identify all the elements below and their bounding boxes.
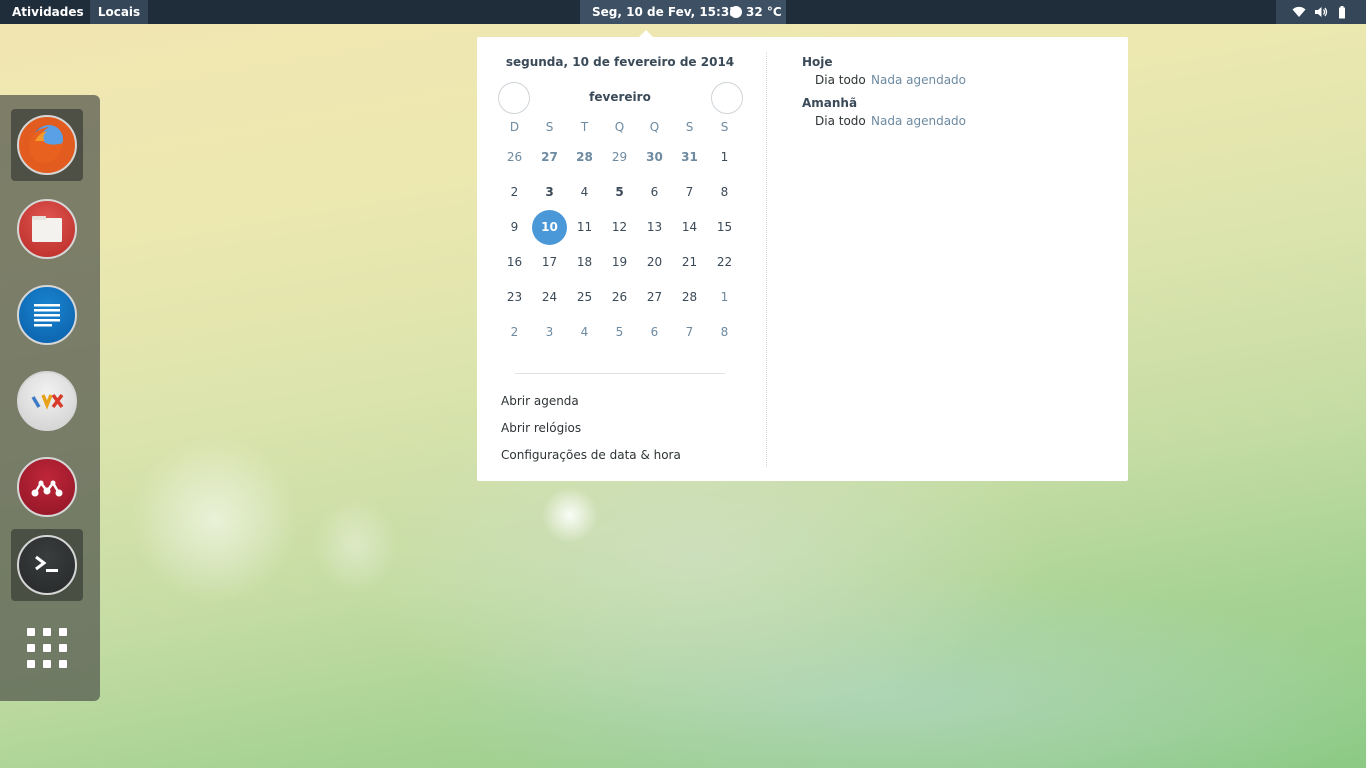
day-cell[interactable]: 1 (707, 280, 742, 315)
day-cell[interactable]: 22 (707, 245, 742, 280)
day-cell[interactable]: 27 (637, 280, 672, 315)
temperature-label: 32 °C (746, 5, 782, 19)
day-cell[interactable]: 28 (672, 280, 707, 315)
datetime-settings-link[interactable]: Configurações de data & hora (501, 448, 681, 462)
day-cell[interactable]: 7 (672, 315, 707, 350)
day-cell[interactable]: 9 (497, 210, 532, 245)
weekday-header: D (509, 120, 520, 134)
dock-lyx[interactable] (11, 365, 83, 437)
events-tomorrow-heading: Amanhã (802, 96, 858, 110)
dock-text-editor[interactable] (11, 279, 83, 351)
next-month-button[interactable] (711, 82, 743, 114)
dock-firefox[interactable] (11, 109, 83, 181)
mendeley-icon (17, 457, 77, 517)
divider (515, 373, 725, 374)
day-cell[interactable]: 15 (707, 210, 742, 245)
day-cell[interactable]: 1 (707, 140, 742, 175)
clock-button[interactable]: Seg, 10 de Fev, 15:35 32 °C (580, 0, 786, 24)
dock-terminal[interactable] (11, 529, 83, 601)
top-bar: Atividades Locais Seg, 10 de Fev, 15:35 … (0, 0, 1366, 24)
event-time: Dia todo (815, 114, 866, 128)
dock-files[interactable] (11, 193, 83, 265)
day-cell-today[interactable]: 10 (532, 210, 567, 245)
activities-button[interactable]: Atividades (0, 0, 96, 24)
firefox-icon (17, 115, 77, 175)
system-status-menu[interactable] (1276, 0, 1366, 24)
day-cell[interactable]: 29 (602, 140, 637, 175)
day-cell[interactable]: 27 (532, 140, 567, 175)
day-cell[interactable]: 14 (672, 210, 707, 245)
weekday-header: Q (614, 120, 625, 134)
weekday-header: S (685, 120, 694, 134)
day-cell[interactable]: 5 (602, 175, 637, 210)
weekday-header: Q (649, 120, 660, 134)
day-cell[interactable]: 7 (672, 175, 707, 210)
dash-dock (0, 95, 100, 701)
day-cell[interactable]: 31 (672, 140, 707, 175)
clock-label: Seg, 10 de Fev, 15:35 (592, 5, 738, 19)
day-cell[interactable]: 13 (637, 210, 672, 245)
day-cell[interactable]: 16 (497, 245, 532, 280)
event-time: Dia todo (815, 73, 866, 87)
day-cell[interactable]: 20 (637, 245, 672, 280)
day-cell[interactable]: 28 (567, 140, 602, 175)
weekday-header: S (545, 120, 554, 134)
day-cell[interactable]: 6 (637, 315, 672, 350)
text-editor-icon (17, 285, 77, 345)
day-cell[interactable]: 26 (602, 280, 637, 315)
day-cell[interactable]: 24 (532, 280, 567, 315)
day-cell[interactable]: 3 (532, 175, 567, 210)
day-cell[interactable]: 17 (532, 245, 567, 280)
day-cell[interactable]: 6 (637, 175, 672, 210)
day-cell[interactable]: 4 (567, 175, 602, 210)
day-cell[interactable]: 12 (602, 210, 637, 245)
vertical-divider (766, 52, 767, 467)
day-cell[interactable]: 11 (567, 210, 602, 245)
full-date-label: segunda, 10 de fevereiro de 2014 (505, 55, 735, 69)
day-cell[interactable]: 4 (567, 315, 602, 350)
day-cell[interactable]: 30 (637, 140, 672, 175)
events-today-heading: Hoje (802, 55, 833, 69)
lyx-icon (17, 371, 77, 431)
previous-month-button[interactable] (498, 82, 530, 114)
files-icon (17, 199, 77, 259)
day-cell[interactable]: 8 (707, 315, 742, 350)
terminal-icon (17, 535, 77, 595)
day-cell[interactable]: 19 (602, 245, 637, 280)
day-cell[interactable]: 8 (707, 175, 742, 210)
volume-icon (1315, 7, 1328, 17)
day-cell[interactable]: 26 (497, 140, 532, 175)
day-cell[interactable]: 2 (497, 315, 532, 350)
weather-icon (730, 6, 742, 18)
calendar-popup: segunda, 10 de fevereiro de 2014 feverei… (477, 37, 1128, 481)
event-description: Nada agendado (871, 114, 967, 128)
month-label: fevereiro (589, 90, 651, 104)
day-cell[interactable]: 25 (567, 280, 602, 315)
day-cell[interactable]: 21 (672, 245, 707, 280)
day-cell[interactable]: 2 (497, 175, 532, 210)
places-menu-button[interactable]: Locais (90, 0, 148, 24)
weekday-header: T (580, 120, 589, 134)
event-description: Nada agendado (871, 73, 967, 87)
dock-mendeley[interactable] (11, 451, 83, 523)
day-cell[interactable]: 3 (532, 315, 567, 350)
day-cell[interactable]: 18 (567, 245, 602, 280)
weekday-header: S (720, 120, 729, 134)
app-grid-icon[interactable] (27, 628, 67, 668)
open-clocks-link[interactable]: Abrir relógios (501, 421, 581, 435)
wifi-icon (1292, 6, 1306, 17)
open-calendar-link[interactable]: Abrir agenda (501, 394, 579, 408)
day-cell[interactable]: 23 (497, 280, 532, 315)
battery-icon (1339, 6, 1345, 19)
day-cell[interactable]: 5 (602, 315, 637, 350)
